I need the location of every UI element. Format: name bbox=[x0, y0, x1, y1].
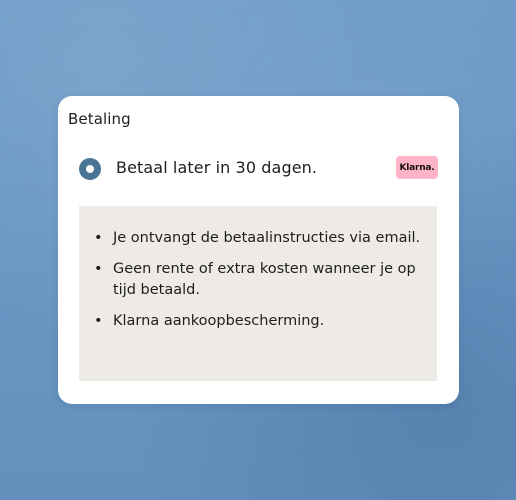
info-bullet-item: • Je ontvangt de betaalinstructies via e… bbox=[93, 228, 423, 249]
radio-button-pay-later[interactable] bbox=[79, 158, 101, 180]
info-bullet-text: Je ontvangt de betaalinstructies via ema… bbox=[113, 230, 421, 246]
info-bullet-item: • Klarna aankoopbescherming. bbox=[93, 311, 423, 332]
klarna-logo: Klarna. bbox=[396, 156, 438, 179]
info-bullet-text: Geen rente of extra kosten wanneer je op… bbox=[113, 261, 416, 298]
bullet-icon: • bbox=[94, 313, 103, 329]
bullet-icon: • bbox=[94, 230, 103, 246]
bullet-icon: • bbox=[94, 261, 103, 277]
payment-option-label[interactable]: Betaal later in 30 dagen. bbox=[116, 158, 317, 177]
info-bullet-list: • Je ontvangt de betaalinstructies via e… bbox=[93, 228, 423, 342]
info-bullet-text: Klarna aankoopbescherming. bbox=[113, 313, 325, 329]
card-title: Betaling bbox=[68, 110, 131, 128]
payment-card: Betaling Betaal later in 30 dagen. Klarn… bbox=[58, 96, 459, 404]
radio-selected-dot bbox=[86, 165, 94, 173]
payment-info-box: • Je ontvangt de betaalinstructies via e… bbox=[79, 206, 437, 381]
info-bullet-item: • Geen rente of extra kosten wanneer je … bbox=[93, 259, 423, 301]
